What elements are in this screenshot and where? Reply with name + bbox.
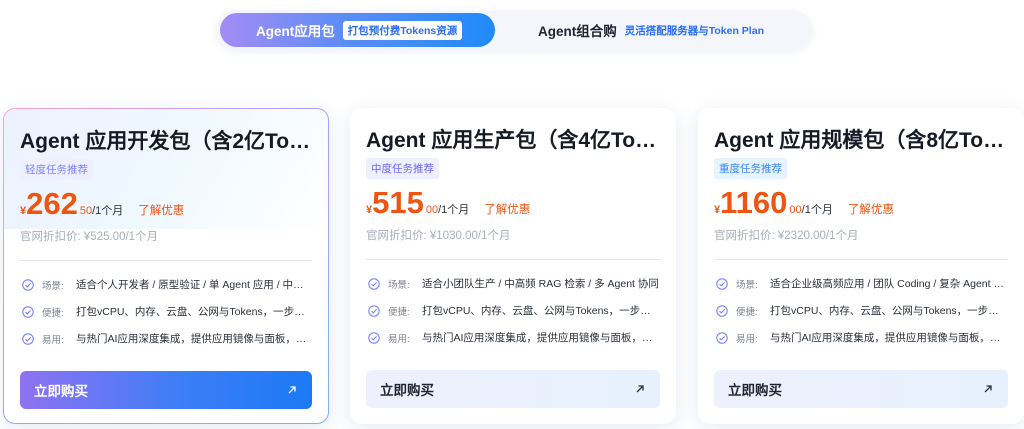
arrow-up-right-icon (288, 386, 296, 394)
buy-button-label: 立即购买 (728, 383, 782, 398)
package-card-production: Agent 应用生产包（含4亿Tokens） 中度任务推荐 ¥ 515 00 /… (350, 108, 676, 424)
buy-button-label: 立即购买 (34, 384, 88, 399)
recommend-badge: 重度任务推荐 (714, 158, 787, 179)
feature-label: 场景: (388, 279, 410, 291)
card-title: Agent 应用规模包（含8亿Tokens） (714, 129, 1008, 152)
price-row: ¥ 1160 00 /1个月 了解优惠 (714, 187, 1008, 221)
feature-item: 场景: 适合小团队生产 / 中高频 RAG 检索 / 多 Agent 协同 (366, 270, 660, 297)
price-decimal: 50 (79, 205, 93, 217)
feature-label: 便捷: (736, 306, 758, 318)
feature-label: 场景: (42, 280, 64, 292)
check-circle-icon (716, 331, 728, 344)
price-integer: 1160 (720, 185, 788, 220)
discount-info-link[interactable]: 了解优惠 (848, 201, 894, 217)
buy-now-button[interactable]: 立即购买 (20, 371, 312, 409)
price-unit: /1个月 (438, 204, 470, 216)
feature-text: 适合小团队生产 / 中高频 RAG 检索 / 多 Agent 协同 (422, 278, 659, 290)
price-row: ¥ 515 00 /1个月 了解优惠 (366, 187, 660, 221)
price-decimal: 00 (425, 204, 439, 216)
tab-tag: 灵活搭配服务器与Token Plan (624, 24, 764, 37)
feature-list: 场景: 适合企业级高频应用 / 团队 Coding / 复杂 Agent 工作流… (714, 270, 1008, 351)
feature-text: 适合企业级高频应用 / 团队 Coding / 复杂 Agent 工作流 (770, 278, 1008, 290)
price-integer: 262 (26, 186, 78, 221)
list-price: 官网折扣价: ¥2320.00/1个月 (714, 230, 859, 242)
card-title: Agent 应用生产包（含4亿Tokens） (366, 129, 660, 152)
tab-label: Agent应用包 (256, 24, 335, 39)
feature-label: 易用: (388, 333, 410, 345)
buy-button-label: 立即购买 (380, 383, 434, 398)
price-integer: 515 (372, 185, 424, 220)
check-circle-icon (368, 304, 380, 317)
tab-agent-app-package[interactable]: Agent应用包 打包预付费Tokens资源 (220, 13, 495, 47)
recommend-badge: 轻度任务推荐 (20, 159, 93, 180)
check-circle-icon (22, 278, 34, 291)
feature-text: 适合个人开发者 / 原型验证 / 单 Agent 应用 / 中小流量场景 (76, 279, 312, 291)
tab-tag: 打包预付费Tokens资源 (342, 20, 463, 40)
feature-text: 打包vCPU、内存、云盘、公网与Tokens，一步到位 (76, 306, 312, 318)
feature-text: 与热门AI应用深度集成，提供应用镜像与面板，开箱即用 (422, 332, 660, 344)
discount-info-link[interactable]: 了解优惠 (484, 201, 530, 217)
price-unit: /1个月 (92, 205, 124, 217)
discount-info-link[interactable]: 了解优惠 (138, 202, 184, 218)
divider (714, 259, 1008, 260)
feature-text: 与热门AI应用深度集成，提供应用镜像与面板，开箱即用 (770, 332, 1008, 344)
check-circle-icon (368, 277, 380, 290)
feature-label: 场景: (736, 279, 758, 291)
price-decimal: 00 (789, 204, 802, 216)
list-price: 官网折扣价: ¥525.00/1个月 (20, 231, 159, 243)
feature-list: 场景: 适合小团队生产 / 中高频 RAG 检索 / 多 Agent 协同 便捷… (366, 270, 660, 351)
package-card-dev: Agent 应用开发包（含2亿Tokens） 轻度任务推荐 ¥ 262 50 /… (3, 108, 329, 424)
check-circle-icon (368, 331, 380, 344)
check-circle-icon (22, 305, 34, 318)
feature-label: 易用: (736, 333, 758, 345)
check-circle-icon (716, 304, 728, 317)
check-circle-icon (716, 277, 728, 290)
arrow-up-right-icon (984, 385, 992, 393)
tab-label: Agent组合购 (538, 24, 617, 39)
tab-agent-bundle[interactable]: Agent组合购 灵活搭配服务器与Token Plan (512, 13, 802, 47)
feature-label: 便捷: (388, 306, 410, 318)
feature-item: 场景: 适合个人开发者 / 原型验证 / 单 Agent 应用 / 中小流量场景 (20, 271, 312, 298)
feature-label: 易用: (42, 334, 64, 346)
buy-now-button[interactable]: 立即购买 (366, 370, 660, 408)
package-card-scale: Agent 应用规模包（含8亿Tokens） 重度任务推荐 ¥ 1160 00 … (698, 108, 1024, 424)
price-row: ¥ 262 50 /1个月 了解优惠 (20, 188, 312, 222)
buy-now-button[interactable]: 立即购买 (714, 370, 1008, 408)
feature-item: 便捷: 打包vCPU、内存、云盘、公网与Tokens，一步到位 (714, 297, 1008, 324)
feature-text: 打包vCPU、内存、云盘、公网与Tokens，一步到位 (770, 305, 1008, 317)
feature-item: 便捷: 打包vCPU、内存、云盘、公网与Tokens，一步到位 (366, 297, 660, 324)
list-price: 官网折扣价: ¥1030.00/1个月 (366, 230, 511, 242)
feature-text: 与热门AI应用深度集成，提供应用镜像与面板，开箱即用 (76, 333, 312, 345)
feature-item: 场景: 适合企业级高频应用 / 团队 Coding / 复杂 Agent 工作流 (714, 270, 1008, 297)
price-unit: /1个月 (801, 204, 833, 216)
feature-item: 易用: 与热门AI应用深度集成，提供应用镜像与面板，开箱即用 (20, 325, 312, 352)
divider (20, 260, 312, 261)
card-title: Agent 应用开发包（含2亿Tokens） (20, 130, 312, 153)
feature-list: 场景: 适合个人开发者 / 原型验证 / 单 Agent 应用 / 中小流量场景… (20, 271, 312, 352)
package-type-tabs: Agent应用包 打包预付费Tokens资源 Agent组合购 灵活搭配服务器与… (216, 10, 812, 50)
check-circle-icon (22, 332, 34, 345)
feature-item: 易用: 与热门AI应用深度集成，提供应用镜像与面板，开箱即用 (714, 324, 1008, 351)
feature-item: 易用: 与热门AI应用深度集成，提供应用镜像与面板，开箱即用 (366, 324, 660, 351)
recommend-badge: 中度任务推荐 (366, 158, 439, 179)
divider (366, 259, 660, 260)
arrow-up-right-icon (636, 385, 644, 393)
feature-item: 便捷: 打包vCPU、内存、云盘、公网与Tokens，一步到位 (20, 298, 312, 325)
feature-text: 打包vCPU、内存、云盘、公网与Tokens，一步到位 (422, 305, 660, 317)
feature-label: 便捷: (42, 307, 64, 319)
